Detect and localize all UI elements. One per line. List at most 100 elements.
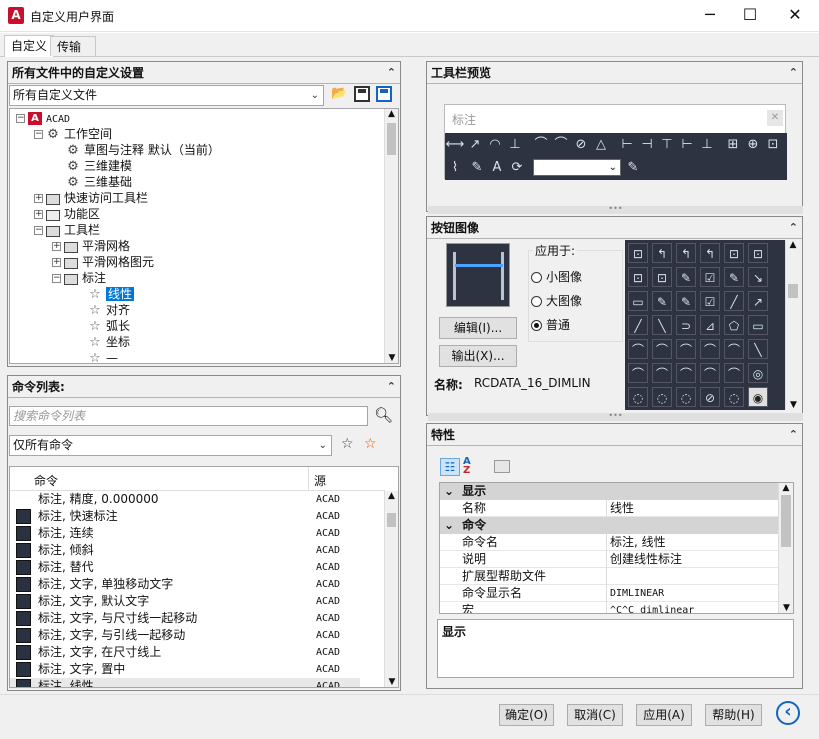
gallery-image-icon[interactable]: ⌒	[676, 363, 696, 383]
command-row[interactable]: 标注, 文字, 与尺寸线一起移动 ACAD	[10, 610, 360, 627]
dimension-tool-icon[interactable]: ⊥	[505, 135, 525, 155]
gallery-image-icon[interactable]: ╱	[724, 291, 744, 311]
gallery-image-icon[interactable]: ◎	[748, 363, 768, 383]
dimension-tool-icon[interactable]: ⊞	[723, 135, 743, 155]
property-row-command-name[interactable]: 命令名 标注, 线性	[440, 534, 778, 551]
tree-node-toolbars[interactable]: − 工具栏	[34, 222, 100, 238]
help-button[interactable]: 帮助(H)	[705, 704, 762, 726]
gallery-image-icon[interactable]: ⊃	[676, 315, 696, 335]
command-list-scrollbar[interactable]: ▲ ▼	[384, 491, 398, 687]
tree-node-ribbon[interactable]: + 功能区	[34, 206, 100, 222]
gallery-image-icon[interactable]: ⊡	[724, 243, 744, 263]
dimension-tool-icon[interactable]: ⊣	[637, 135, 657, 155]
property-pages-icon[interactable]	[494, 460, 510, 473]
column-header-source[interactable]: 源	[314, 472, 326, 489]
dimension-tool-icon[interactable]: A	[487, 158, 507, 178]
command-row[interactable]: 标注, 替代 ACAD	[10, 559, 360, 576]
gallery-image-icon[interactable]: ◉	[748, 387, 768, 407]
radio-small-image[interactable]: 小图像	[531, 268, 582, 285]
dimension-tool-icon[interactable]: ⊡	[763, 135, 783, 155]
gallery-image-icon[interactable]: ↗	[748, 291, 768, 311]
tree-node-linear[interactable]: ☆ 线性	[88, 286, 135, 302]
dimension-tool-icon[interactable]: ✎	[467, 158, 487, 178]
tree-node-toolbar-dimension[interactable]: − 标注	[52, 270, 106, 286]
collapse-panel-back-icon[interactable]: ‹	[776, 701, 800, 725]
open-file-icon[interactable]: 📂	[331, 86, 349, 104]
tab-customize[interactable]: 自定义	[4, 35, 55, 57]
dimension-tool-icon[interactable]: ⟳	[507, 158, 527, 178]
collapse-icon[interactable]: ⌃	[387, 62, 396, 84]
save-icon[interactable]	[354, 86, 370, 102]
command-row[interactable]: 标注, 文字, 与引线一起移动 ACAD	[10, 627, 360, 644]
property-category-display[interactable]: ⌄ 显示	[440, 483, 778, 500]
gallery-image-icon[interactable]: ⌒	[724, 339, 744, 359]
tree-node-ordinate[interactable]: ☆ 坐标	[88, 334, 130, 350]
tree-node-quick-access-toolbars[interactable]: + 快速访问工具栏	[34, 190, 148, 206]
gallery-image-icon[interactable]: ↰	[700, 243, 720, 263]
splitter-handle[interactable]: •••	[428, 412, 803, 421]
gallery-image-icon[interactable]: ╱	[628, 315, 648, 335]
dimension-tool-icon[interactable]: ⊢	[617, 135, 637, 155]
tree-node-aligned[interactable]: ☆ 对齐	[88, 302, 130, 318]
gallery-image-icon[interactable]: ⊡	[652, 267, 672, 287]
dimension-tool-icon[interactable]: ⊥	[697, 135, 717, 155]
cui-file-filter-select[interactable]: 所有自定义文件 ⌄	[9, 85, 324, 106]
gallery-image-icon[interactable]: ⌒	[628, 339, 648, 359]
property-row-extended-help[interactable]: 扩展型帮助文件	[440, 568, 778, 585]
command-search-input[interactable]: 搜索命令列表	[9, 406, 368, 426]
tab-transfer[interactable]: 传输	[50, 36, 96, 56]
property-row-name[interactable]: 名称 线性	[440, 500, 778, 517]
toolbar-close-icon[interactable]: ✕	[767, 110, 783, 126]
command-row[interactable]: 标注, 精度, 0.000000 ACAD	[10, 491, 360, 508]
dimension-tool-icon[interactable]: ⟷	[445, 135, 465, 155]
alphabetical-sort-icon[interactable]: AZ	[463, 457, 483, 476]
tree-scrollbar[interactable]: ▲ ▼	[384, 109, 398, 363]
gallery-image-icon[interactable]: ⊿	[700, 315, 720, 335]
gallery-image-icon[interactable]: ⊡	[628, 267, 648, 287]
radio-large-image[interactable]: 大图像	[531, 292, 582, 309]
property-category-command[interactable]: ⌄ 命令	[440, 517, 778, 534]
tree-node-workspaces[interactable]: − ⚙ 工作空间	[34, 126, 112, 142]
save-as-icon[interactable]	[376, 86, 392, 102]
tree-node-workspace-drafting[interactable]: ⚙ 草图与注释 默认（当前）	[66, 142, 220, 158]
gallery-image-icon[interactable]: ╲	[748, 339, 768, 359]
gallery-image-icon[interactable]: ⌒	[652, 363, 672, 383]
collapse-icon[interactable]: ⌃	[789, 424, 798, 446]
find-command-icon[interactable]: ☆	[341, 436, 354, 452]
gallery-image-icon[interactable]: ⊘	[700, 387, 720, 407]
collapse-icon[interactable]: ⌃	[789, 62, 798, 84]
gallery-image-icon[interactable]: ⌒	[700, 339, 720, 359]
column-header-command[interactable]: 命令	[34, 472, 58, 489]
command-row[interactable]: 标注, 文字, 在尺寸线上 ACAD	[10, 644, 360, 661]
command-filter-select[interactable]: 仅所有命令 ⌄	[9, 435, 332, 456]
radio-normal-image[interactable]: 普通	[531, 316, 570, 333]
dimension-tool-icon[interactable]: ⊢	[677, 135, 697, 155]
gallery-image-icon[interactable]: ⊡	[748, 243, 768, 263]
close-button[interactable]: ✕	[775, 0, 815, 32]
ok-button[interactable]: 确定(O)	[499, 704, 554, 726]
gallery-image-icon[interactable]: ⌒	[700, 363, 720, 383]
gallery-image-icon[interactable]: ↰	[652, 243, 672, 263]
property-row-macro[interactable]: 宏 ^C^C_dimlinear	[440, 602, 778, 613]
dimension-tool-icon[interactable]: ⌒	[551, 135, 571, 155]
create-command-icon[interactable]: ☆	[364, 436, 377, 452]
properties-scrollbar[interactable]: ▲ ▼	[778, 483, 793, 613]
search-icon[interactable]: 🔍︎	[374, 406, 393, 424]
gallery-image-icon[interactable]: ⌒	[724, 363, 744, 383]
tree-node-separator[interactable]: ☆ —	[88, 350, 118, 363]
gallery-image-icon[interactable]: ⬠	[724, 315, 744, 335]
gallery-image-icon[interactable]: ☑	[700, 267, 720, 287]
cancel-button[interactable]: 取消(C)	[567, 704, 623, 726]
dimension-tool-icon[interactable]: △	[591, 135, 611, 155]
gallery-image-icon[interactable]: ◌	[676, 387, 696, 407]
gallery-image-icon[interactable]: ╲	[652, 315, 672, 335]
command-row[interactable]: 标注, 文字, 置中 ACAD	[10, 661, 360, 678]
dimension-tool-icon[interactable]: ⊤	[657, 135, 677, 155]
gallery-image-icon[interactable]: ✎	[676, 291, 696, 311]
gallery-image-icon[interactable]: ⌒	[676, 339, 696, 359]
export-image-button[interactable]: 输出(X)...	[439, 345, 517, 367]
tree-node-toolbar-smooth-mesh[interactable]: + 平滑网格	[52, 238, 130, 254]
gallery-scrollbar[interactable]: ▲ ▼	[785, 240, 800, 410]
gallery-image-icon[interactable]: ◌	[724, 387, 744, 407]
tree-node-acad[interactable]: − A ACAD	[16, 110, 70, 126]
